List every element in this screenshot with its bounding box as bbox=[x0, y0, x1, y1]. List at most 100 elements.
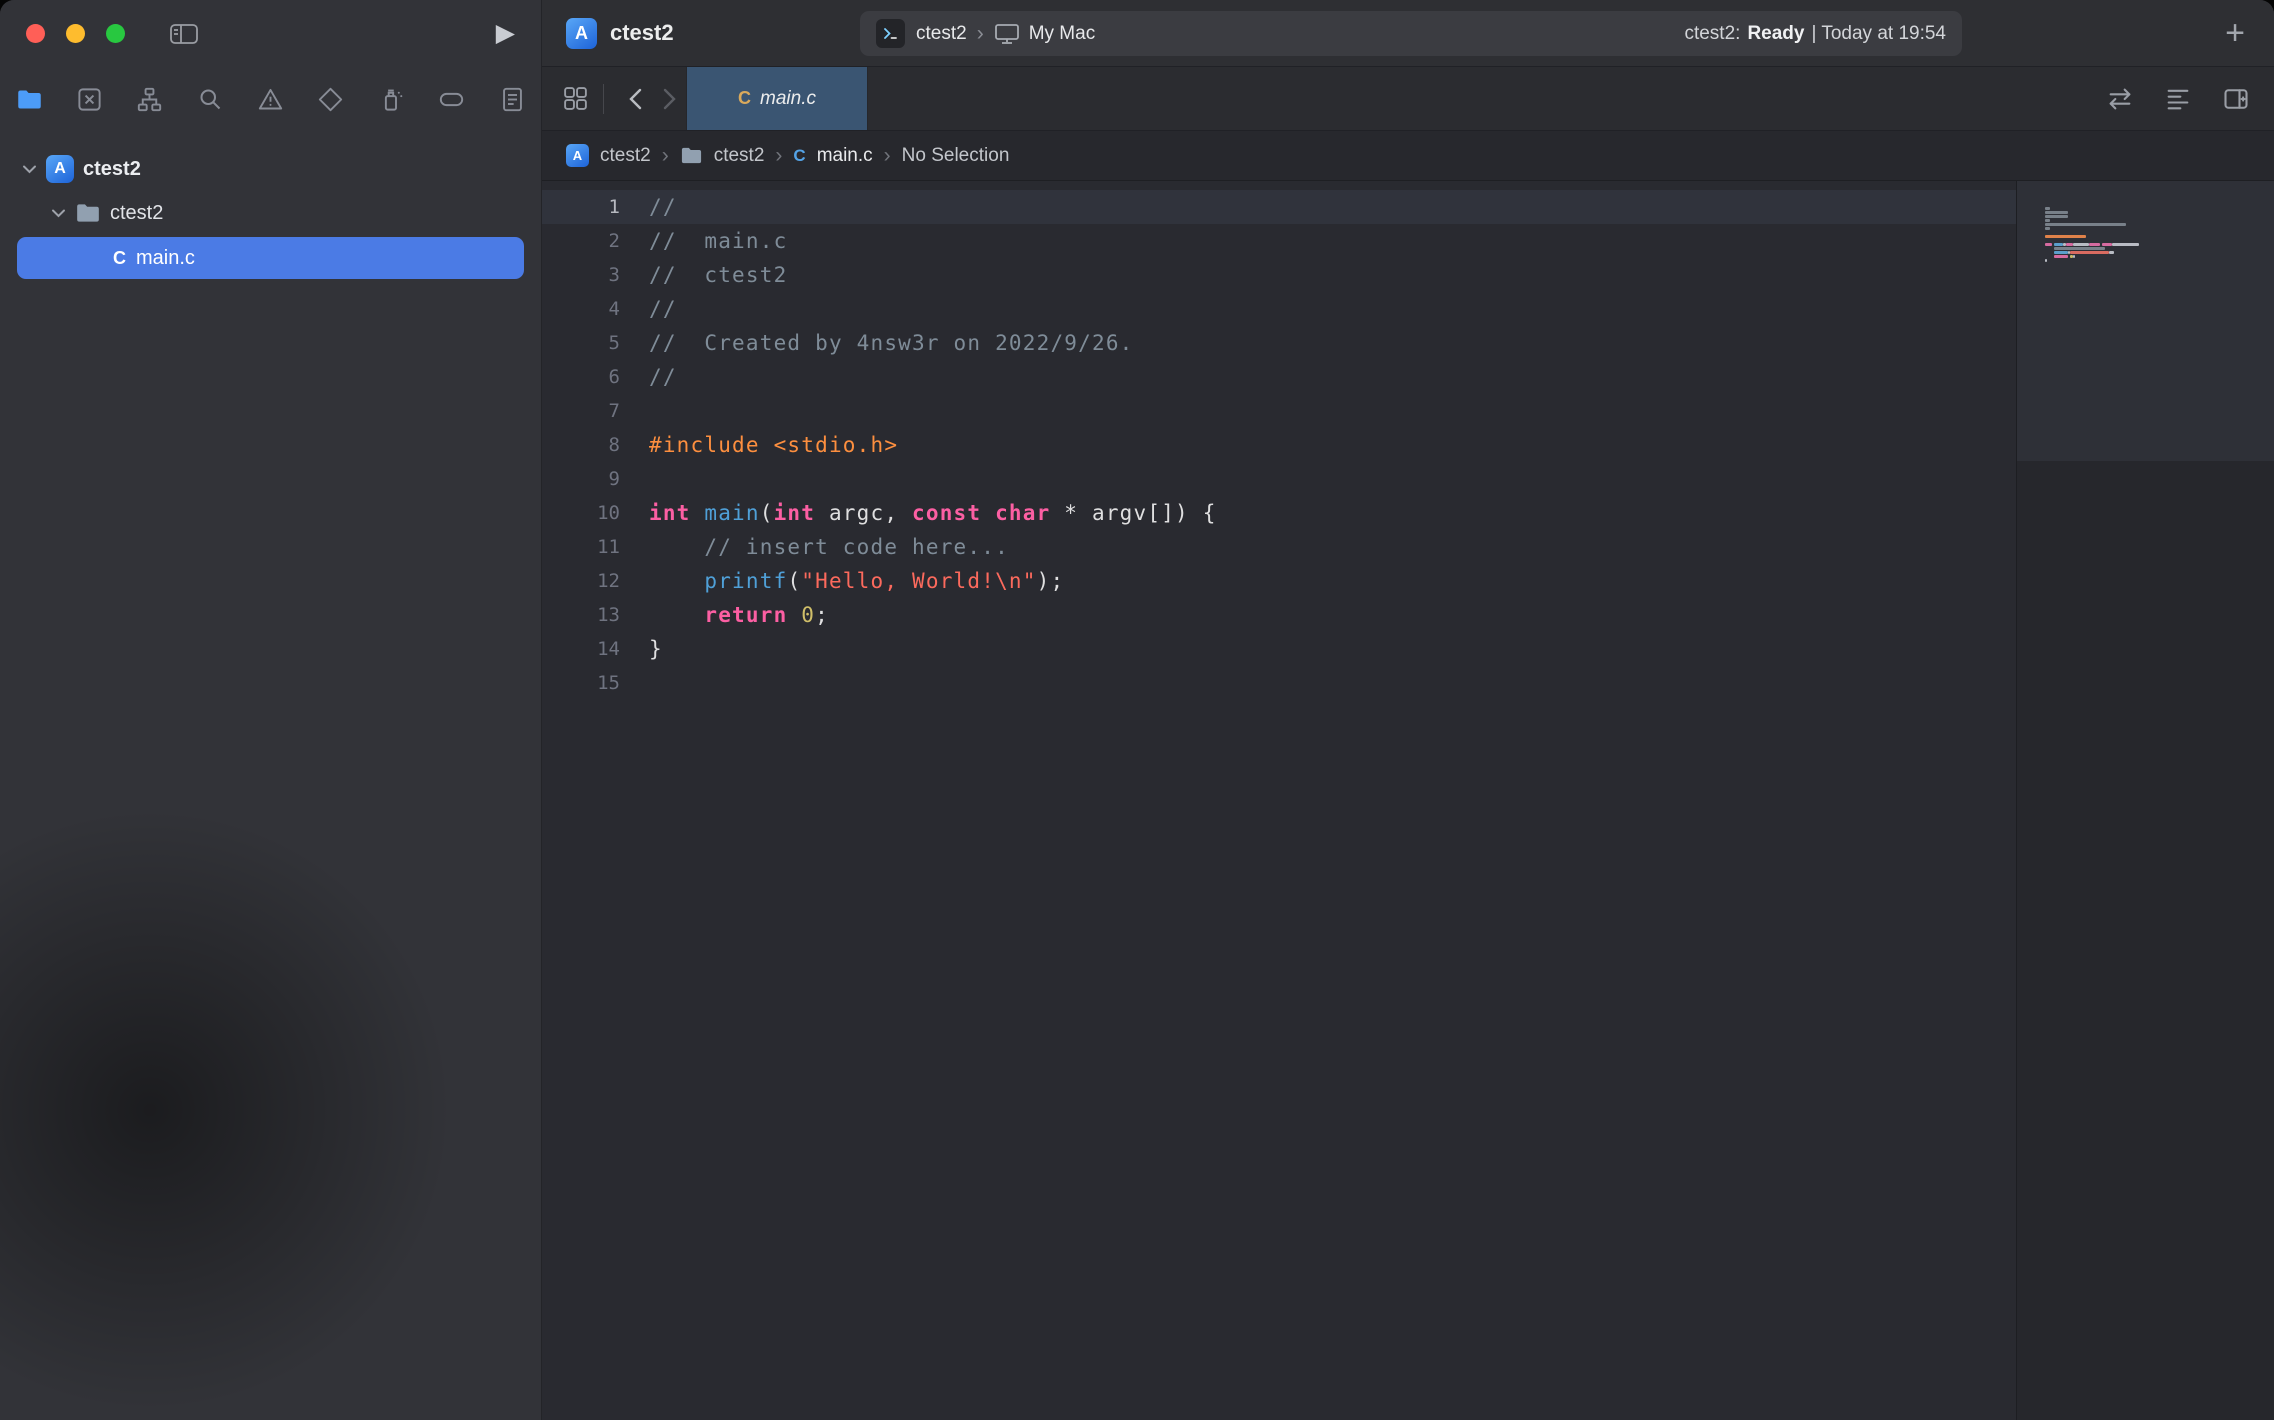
chevron-down-icon[interactable] bbox=[51, 208, 66, 218]
tab-bar: C main.c bbox=[542, 67, 2274, 131]
tab-overview-button[interactable] bbox=[562, 85, 589, 112]
mac-display-icon bbox=[994, 22, 1020, 46]
minimap-line bbox=[2045, 235, 2139, 238]
c-file-icon: C bbox=[113, 248, 126, 269]
activity-status: ctest2: Ready | Today at 19:54 bbox=[1684, 23, 1946, 45]
tab-bar-controls bbox=[542, 67, 686, 130]
navigator-issues-tab[interactable] bbox=[256, 84, 286, 114]
close-button[interactable] bbox=[26, 24, 45, 43]
code-editor[interactable]: 1//2// main.c3// ctest24//5// Created by… bbox=[542, 181, 2016, 1420]
code-line[interactable]: 4// bbox=[542, 292, 2016, 326]
navigator-breakpoints-tab[interactable] bbox=[437, 84, 467, 114]
navigator-project-tab[interactable] bbox=[14, 84, 44, 114]
add-editor-button[interactable] bbox=[2222, 85, 2250, 113]
c-file-icon: C bbox=[738, 88, 751, 109]
diamond-icon bbox=[317, 86, 344, 113]
code-token: // bbox=[649, 195, 677, 219]
line-number: 5 bbox=[542, 332, 620, 354]
minimap-line bbox=[2045, 207, 2139, 210]
code-token: // ctest2 bbox=[649, 263, 787, 287]
tab-main-c[interactable]: C main.c bbox=[686, 67, 868, 130]
hierarchy-icon bbox=[136, 86, 163, 113]
code-token: ); bbox=[1037, 569, 1065, 593]
minimap[interactable] bbox=[2016, 181, 2274, 1420]
traffic-lights bbox=[26, 24, 125, 43]
code-line[interactable]: 3 // ctest2 bbox=[542, 258, 2016, 292]
code-token: "Hello, World!\n" bbox=[801, 569, 1036, 593]
code-token: argc, bbox=[815, 501, 912, 525]
code-text: printf("Hello, World!\n"); bbox=[620, 569, 1064, 593]
line-number: 15 bbox=[542, 672, 620, 694]
code-text: int main(int argc, const char * argv[]) … bbox=[620, 501, 1217, 525]
go-back-button[interactable] bbox=[618, 88, 652, 110]
add-button[interactable]: + bbox=[2220, 16, 2250, 50]
code-token: } bbox=[649, 637, 663, 661]
minimap-line bbox=[2045, 259, 2139, 262]
minimap-line bbox=[2045, 263, 2139, 266]
minimize-button[interactable] bbox=[66, 24, 85, 43]
minimap-line bbox=[2045, 211, 2139, 214]
code-line[interactable]: 5// Created by 4nsw3r on 2022/9/26. bbox=[542, 326, 2016, 360]
code-text: // insert code here... bbox=[620, 535, 1009, 559]
code-token bbox=[691, 501, 705, 525]
minimap-line bbox=[2045, 227, 2139, 230]
navigator-tests-tab[interactable] bbox=[316, 84, 346, 114]
c-file-icon: C bbox=[793, 146, 805, 166]
code-token: main bbox=[704, 501, 759, 525]
minimap-line bbox=[2045, 231, 2139, 234]
tree-item-group[interactable]: ctest2 bbox=[0, 191, 541, 235]
navigator-source-control-tab[interactable] bbox=[74, 84, 104, 114]
project-icon-letter: A bbox=[54, 160, 66, 178]
code-line[interactable]: 6// bbox=[542, 360, 2016, 394]
code-line[interactable]: 7 bbox=[542, 394, 2016, 428]
tree-item-label: main.c bbox=[136, 247, 195, 270]
code-line[interactable]: 2// main.c bbox=[542, 224, 2016, 258]
breadcrumb-file[interactable]: main.c bbox=[817, 145, 873, 167]
code-line[interactable]: 10int main(int argc, const char * argv[]… bbox=[542, 496, 2016, 530]
minimap-line bbox=[2045, 251, 2139, 254]
titlebar-left: ▶ bbox=[0, 0, 541, 67]
code-line[interactable]: 9 bbox=[542, 462, 2016, 496]
tree-item-project[interactable]: A ctest2 bbox=[0, 147, 541, 191]
navigator-find-tab[interactable] bbox=[195, 84, 225, 114]
code-line[interactable]: 14} bbox=[542, 632, 2016, 666]
breadcrumb-group[interactable]: ctest2 bbox=[714, 145, 765, 167]
code-token: ; bbox=[815, 603, 829, 627]
code-line[interactable]: 1// bbox=[542, 190, 2016, 224]
code-token: // insert code here... bbox=[704, 535, 1009, 559]
navigator-symbols-tab[interactable] bbox=[135, 84, 165, 114]
chevron-down-icon[interactable] bbox=[22, 164, 37, 174]
navigator-reports-tab[interactable] bbox=[497, 84, 527, 114]
go-forward-button[interactable] bbox=[652, 88, 686, 110]
adjust-editor-options-button[interactable] bbox=[2164, 85, 2192, 113]
status-time: | Today at 19:54 bbox=[1811, 23, 1946, 45]
editor-area: 1//2// main.c3// ctest24//5// Created by… bbox=[542, 181, 2274, 1420]
grid-icon bbox=[562, 85, 589, 112]
line-number: 4 bbox=[542, 298, 620, 320]
code-line[interactable]: 12 printf("Hello, World!\n"); bbox=[542, 564, 2016, 598]
code-token: ( bbox=[787, 569, 801, 593]
run-button[interactable]: ▶ bbox=[496, 21, 515, 46]
breadcrumb-selection[interactable]: No Selection bbox=[902, 145, 1010, 167]
toggle-sidebar-button[interactable] bbox=[169, 22, 199, 46]
zoom-button[interactable] bbox=[106, 24, 125, 43]
chevron-left-icon bbox=[629, 88, 642, 110]
scheme-menu[interactable]: ctest2 bbox=[916, 23, 967, 45]
separator bbox=[603, 84, 604, 114]
code-line[interactable]: 11 // insert code here... bbox=[542, 530, 2016, 564]
tree-item-file-selected[interactable]: C main.c bbox=[17, 237, 524, 279]
code-text: } bbox=[620, 637, 663, 661]
project-icon-letter: A bbox=[575, 23, 588, 44]
breadcrumb-project[interactable]: ctest2 bbox=[600, 145, 651, 167]
code-line[interactable]: 8#include <stdio.h> bbox=[542, 428, 2016, 462]
destination-menu[interactable]: My Mac bbox=[1029, 23, 1096, 45]
code-review-button[interactable] bbox=[2106, 85, 2134, 113]
xcode-project-icon: A bbox=[566, 18, 597, 49]
xcode-project-icon: A bbox=[566, 144, 589, 167]
navigator-debug-tab[interactable] bbox=[376, 84, 406, 114]
folder-icon bbox=[75, 200, 101, 226]
line-number: 3 bbox=[542, 264, 620, 286]
code-line[interactable]: 15 bbox=[542, 666, 2016, 700]
code-line[interactable]: 13 return 0; bbox=[542, 598, 2016, 632]
code-token: 0 bbox=[801, 603, 815, 627]
